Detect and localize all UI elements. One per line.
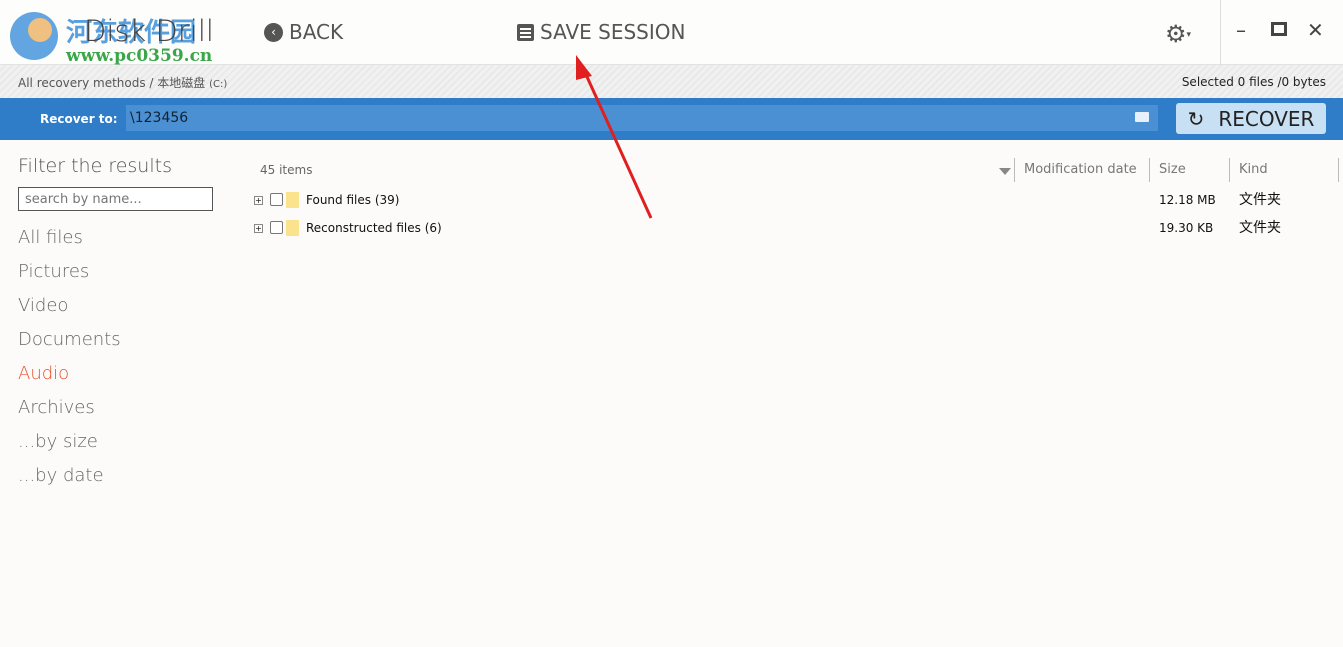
row-checkbox[interactable] <box>270 221 283 234</box>
title-bar: 河东软件园 www.pc0359.cn Disk Drill ‹ BACK SAV… <box>0 0 1343 67</box>
close-button[interactable]: ✕ <box>1307 18 1324 42</box>
breadcrumb-bar: All recovery methods / 本地磁盘 (C:) Selecte… <box>0 65 1343 98</box>
list-icon <box>517 23 534 41</box>
folder-icon <box>286 220 299 236</box>
folder-icon <box>286 192 299 208</box>
selection-status: Selected 0 files /0 bytes <box>1181 75 1326 89</box>
gear-icon: ⚙ <box>1165 20 1187 48</box>
filter-title: Filter the results <box>18 155 172 177</box>
watermark-logo: 河东软件园 www.pc0359.cn <box>6 8 212 67</box>
filter-video[interactable]: Video <box>18 289 213 323</box>
minimize-button[interactable]: – <box>1236 18 1246 42</box>
filter-all-files[interactable]: All files <box>18 221 213 255</box>
settings-button[interactable]: ⚙▾ <box>1165 20 1191 48</box>
filter-pictures[interactable]: Pictures <box>18 255 213 289</box>
item-count: 45 items <box>260 163 313 177</box>
filter-by-date[interactable]: ...by date <box>18 459 213 493</box>
filter-documents[interactable]: Documents <box>18 323 213 357</box>
filter-audio[interactable]: Audio <box>18 357 213 391</box>
app-title: Disk Drill <box>84 14 214 48</box>
filter-sidebar: Filter the results All files Pictures Vi… <box>18 155 213 493</box>
recover-path-input[interactable] <box>126 105 1158 131</box>
recover-icon: ↻ <box>1187 106 1205 131</box>
row-checkbox[interactable] <box>270 193 283 206</box>
expand-icon[interactable]: + <box>254 224 263 233</box>
column-modification-date[interactable]: Modification date <box>1014 158 1137 182</box>
divider <box>1220 0 1221 65</box>
chevron-left-icon: ‹ <box>264 22 283 42</box>
sort-dropdown-icon[interactable] <box>999 168 1011 175</box>
breadcrumb[interactable]: All recovery methods / 本地磁盘 (C:) <box>18 74 227 91</box>
column-kind[interactable]: Kind <box>1229 158 1339 182</box>
search-input[interactable] <box>18 187 213 211</box>
maximize-button[interactable] <box>1271 22 1287 36</box>
recover-bar: Recover to: ↻RECOVER <box>0 98 1343 140</box>
filter-by-size[interactable]: ...by size <box>18 425 213 459</box>
recover-button[interactable]: ↻ RECOVER <box>1176 103 1326 134</box>
filter-archives[interactable]: Archives <box>18 391 213 425</box>
save-session-button[interactable]: SAVE SESSION <box>517 20 685 44</box>
folder-open-icon[interactable] <box>1135 112 1149 122</box>
table-row[interactable]: + Found files (39) 12.18 MB 文件夹 <box>254 188 1334 212</box>
table-row[interactable]: + Reconstructed files (6) 19.30 KB 文件夹 <box>254 216 1334 240</box>
expand-icon[interactable]: + <box>254 196 263 205</box>
recover-to-label: Recover to: <box>40 112 118 126</box>
back-button[interactable]: ‹ BACK <box>264 20 343 44</box>
column-size[interactable]: Size <box>1149 158 1186 182</box>
